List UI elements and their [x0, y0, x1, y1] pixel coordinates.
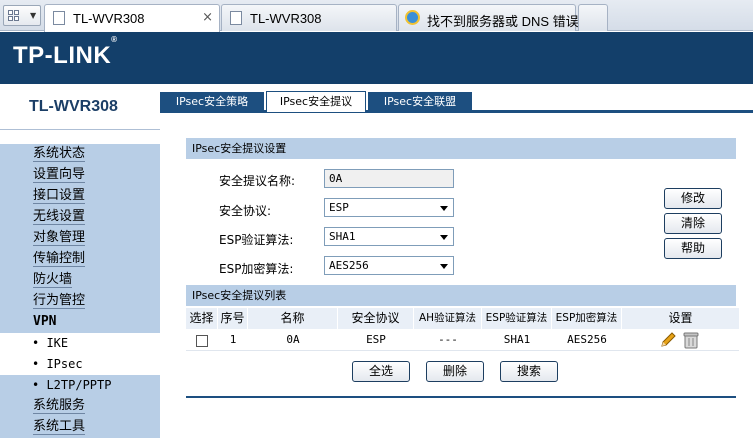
- clear-button[interactable]: 清除: [664, 213, 722, 234]
- new-tab-button[interactable]: [578, 4, 608, 31]
- col-settings: 设置: [668, 311, 693, 325]
- sidebar-item-ike[interactable]: • IKE: [0, 333, 160, 354]
- browser-tab-2[interactable]: TL-WVR308: [221, 4, 397, 31]
- app-header: TP-LINK®: [0, 32, 753, 84]
- table-header: 选择 序号 名称 安全协议 AH验证算法 ESP验证算法 ESP加密算法 设置: [186, 308, 739, 329]
- tab-ipsec-proposal[interactable]: IPsec安全提议: [266, 91, 366, 112]
- bottom-divider: [186, 396, 736, 398]
- row-esp-auth: SHA1: [503, 333, 531, 346]
- help-button[interactable]: 帮助: [664, 238, 722, 259]
- ie-icon: [405, 10, 420, 25]
- tp-link-logo: TP-LINK®: [13, 35, 118, 69]
- proposal-name-field[interactable]: 0A: [324, 169, 454, 188]
- sidebar-item-behavior[interactable]: 行为管控: [0, 291, 160, 312]
- sidebar: TL-WVR308 系统状态 设置向导 接口设置 无线设置 对象管理 传输控制 …: [0, 84, 160, 438]
- settings-section-title: IPsec安全提议设置: [186, 138, 736, 159]
- tab-ipsec-sa[interactable]: IPsec安全联盟: [368, 92, 472, 112]
- sidebar-item-system-services[interactable]: 系统服务: [0, 396, 160, 417]
- col-select: 选择: [186, 308, 218, 329]
- select-all-button[interactable]: 全选: [352, 361, 410, 382]
- sidebar-item-vpn[interactable]: VPN: [0, 312, 160, 333]
- delete-button[interactable]: 删除: [426, 361, 484, 382]
- esp-auth-label: ESP验证算法:: [219, 233, 294, 247]
- sidebar-item-ipsec[interactable]: • IPsec: [0, 354, 160, 375]
- close-icon[interactable]: ×: [202, 10, 213, 25]
- content-tabs: IPsec安全策略 IPsec安全提议 IPsec安全联盟: [160, 84, 753, 113]
- protocol-label: 安全协议:: [219, 204, 272, 218]
- col-ah-auth: AH验证算法: [414, 308, 482, 329]
- row-name: 0A: [286, 333, 300, 346]
- sidebar-item-wireless[interactable]: 无线设置: [0, 207, 160, 228]
- browser-tab-1[interactable]: TL-WVR308 ×: [44, 4, 220, 32]
- page-icon: [230, 11, 242, 25]
- table-row: 1 0A ESP --- SHA1 AES256: [186, 329, 739, 351]
- grid-icon: [8, 10, 20, 22]
- col-index: 序号: [218, 308, 248, 329]
- row-checkbox[interactable]: [196, 335, 208, 347]
- sidebar-item-objects[interactable]: 对象管理: [0, 228, 160, 249]
- list-section-title: IPsec安全提议列表: [186, 285, 736, 306]
- col-esp-enc: ESP加密算法: [552, 308, 622, 329]
- sidebar-item-system-status[interactable]: 系统状态: [0, 144, 160, 165]
- col-protocol: 安全协议: [338, 308, 414, 329]
- row-esp-enc: AES256: [567, 333, 607, 346]
- protocol-select[interactable]: ESP: [324, 198, 454, 217]
- sidebar-item-transfer-control[interactable]: 传输控制: [0, 249, 160, 270]
- sidebar-item-system-tools[interactable]: 系统工具: [0, 417, 160, 438]
- esp-enc-label: ESP加密算法:: [219, 262, 294, 276]
- col-esp-auth: ESP验证算法: [482, 308, 552, 329]
- dropdown-arrow-icon: [440, 264, 448, 269]
- esp-enc-select[interactable]: AES256: [324, 256, 454, 275]
- quick-tabs-button[interactable]: ▼: [3, 5, 41, 26]
- esp-auth-select[interactable]: SHA1: [324, 227, 454, 246]
- sidebar-menu: 系统状态 设置向导 接口设置 无线设置 对象管理 传输控制 防火墙 行为管控 V…: [0, 144, 160, 438]
- browser-tab-3[interactable]: 找不到服务器或 DNS 错误: [398, 4, 579, 31]
- model-name: TL-WVR308: [0, 84, 160, 130]
- search-button[interactable]: 搜索: [500, 361, 558, 382]
- dropdown-arrow-icon: [440, 206, 448, 211]
- sidebar-item-interface[interactable]: 接口设置: [0, 186, 160, 207]
- sidebar-item-l2tp-pptp[interactable]: • L2TP/PPTP: [0, 375, 160, 396]
- edit-pencil-icon[interactable]: [656, 329, 680, 351]
- col-name: 名称: [248, 308, 338, 329]
- row-index: 1: [229, 333, 237, 346]
- browser-tab-strip: ▼ TL-WVR308 × TL-WVR308 找不到服务器或 DNS 错误: [0, 0, 753, 32]
- dropdown-arrow-icon: [440, 235, 448, 240]
- sidebar-item-firewall[interactable]: 防火墙: [0, 270, 160, 291]
- modify-button[interactable]: 修改: [664, 188, 722, 209]
- proposal-name-label: 安全提议名称:: [219, 174, 296, 188]
- tab-ipsec-policy[interactable]: IPsec安全策略: [160, 92, 264, 112]
- chevron-down-icon: ▼: [30, 11, 37, 20]
- trash-icon[interactable]: [680, 329, 702, 351]
- row-ah-auth: ---: [438, 333, 458, 346]
- row-protocol: ESP: [366, 333, 386, 346]
- page-icon: [53, 11, 65, 25]
- sidebar-item-setup-wizard[interactable]: 设置向导: [0, 165, 160, 186]
